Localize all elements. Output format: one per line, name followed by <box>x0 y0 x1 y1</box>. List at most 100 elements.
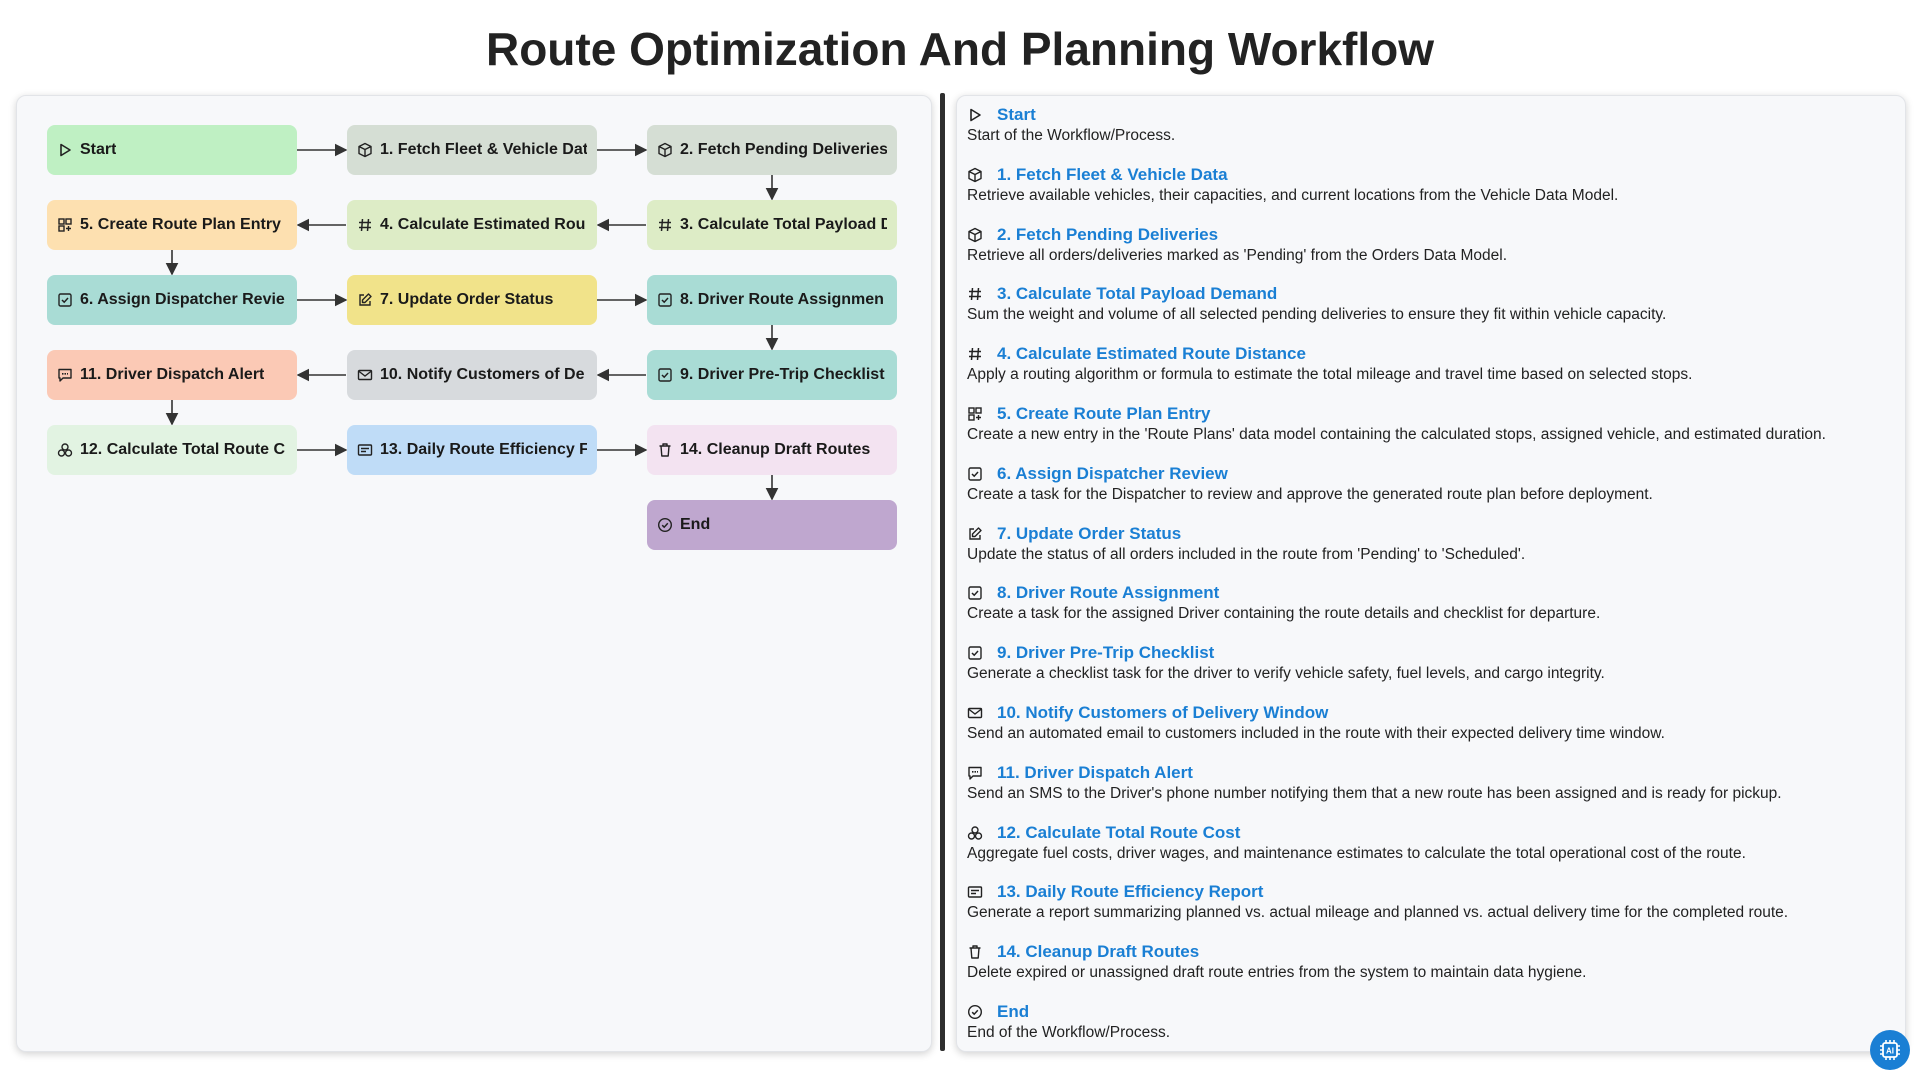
node-notify-customers[interactable]: 10. Notify Customers of De <box>347 350 597 400</box>
cube-icon <box>357 142 373 158</box>
description-text: Aggregate fuel costs, driver wages, and … <box>967 844 1746 862</box>
edit-icon <box>967 526 983 542</box>
description-item: 4. Calculate Estimated Route Distance App… <box>967 343 1897 385</box>
description-title-link[interactable]: 9. Driver Pre-Trip Checklist <box>997 643 1214 663</box>
description-item: 8. Driver Route Assignment Create a task … <box>967 582 1897 624</box>
description-header: Start <box>967 104 1897 126</box>
coins-icon <box>967 825 983 841</box>
node-plan-entry[interactable]: 5. Create Route Plan Entry <box>47 200 297 250</box>
description-item: 9. Driver Pre-Trip Checklist Generate a c… <box>967 642 1897 684</box>
description-item: 12. Calculate Total Route Cost Aggregate … <box>967 822 1897 864</box>
description-header: 9. Driver Pre-Trip Checklist <box>967 642 1897 664</box>
description-header: 14. Cleanup Draft Routes <box>967 941 1897 963</box>
node-payload[interactable]: 3. Calculate Total Payload D <box>647 200 897 250</box>
checkbox-icon <box>967 466 983 482</box>
node-route-cost[interactable]: 12. Calculate Total Route C <box>47 425 297 475</box>
description-text: Delete expired or unassigned draft route… <box>967 964 1587 982</box>
ai-chip-icon[interactable]: AI <box>1870 1030 1910 1070</box>
description-text: Create a task for the assigned Driver co… <box>967 605 1601 623</box>
node-fetch-pending[interactable]: 2. Fetch Pending Deliveries <box>647 125 897 175</box>
description-title-link[interactable]: 3. Calculate Total Payload Demand <box>997 284 1277 304</box>
description-header: 10. Notify Customers of Delivery Window <box>967 702 1897 724</box>
description-title-link[interactable]: 8. Driver Route Assignment <box>997 583 1219 603</box>
description-header: 1. Fetch Fleet & Vehicle Data <box>967 164 1897 186</box>
description-text: Retrieve available vehicles, their capac… <box>967 186 1619 204</box>
description-header: 4. Calculate Estimated Route Distance <box>967 343 1897 365</box>
play-icon <box>967 107 983 123</box>
description-item: 14. Cleanup Draft Routes Delete expired o… <box>967 941 1897 983</box>
description-item: 5. Create Route Plan Entry Create a new e… <box>967 403 1897 445</box>
description-header: 11. Driver Dispatch Alert <box>967 762 1897 784</box>
description-item: 10. Notify Customers of Delivery Window S… <box>967 702 1897 744</box>
description-text: Update the status of all orders included… <box>967 545 1526 563</box>
trash-icon <box>967 944 983 960</box>
report-icon <box>967 884 983 900</box>
report-icon <box>357 442 373 458</box>
hash-icon <box>967 346 983 362</box>
node-fetch-fleet[interactable]: 1. Fetch Fleet & Vehicle Dat <box>347 125 597 175</box>
checkbox-icon <box>657 367 673 383</box>
checkbox-icon <box>57 292 73 308</box>
description-title-link[interactable]: 1. Fetch Fleet & Vehicle Data <box>997 165 1228 185</box>
description-text: End of the Workflow/Process. <box>967 1024 1171 1041</box>
description-header: 6. Assign Dispatcher Review <box>967 463 1897 485</box>
description-item: 13. Daily Route Efficiency Report Generat… <box>967 881 1897 923</box>
description-title-link[interactable]: 6. Assign Dispatcher Review <box>997 464 1228 484</box>
node-order-status[interactable]: 7. Update Order Status <box>347 275 597 325</box>
description-title-link[interactable]: 13. Daily Route Efficiency Report <box>997 882 1263 902</box>
node-end[interactable]: End <box>647 500 897 550</box>
description-title-link[interactable]: 11. Driver Dispatch Alert <box>997 763 1193 783</box>
sms-icon <box>57 367 73 383</box>
description-text: Create a new entry in the 'Route Plans' … <box>967 426 1826 443</box>
node-distance[interactable]: 4. Calculate Estimated Rou <box>347 200 597 250</box>
node-dispatch-alert[interactable]: 11. Driver Dispatch Alert <box>47 350 297 400</box>
description-header: 3. Calculate Total Payload Demand <box>967 283 1897 305</box>
description-item: 3. Calculate Total Payload Demand Sum the… <box>967 283 1897 325</box>
checkbox-icon <box>967 645 983 661</box>
cube-icon <box>967 167 983 183</box>
sms-icon <box>967 765 983 781</box>
description-header: 8. Driver Route Assignment <box>967 582 1897 604</box>
description-item: 2. Fetch Pending Deliveries Retrieve all … <box>967 224 1897 266</box>
checkbox-icon <box>967 585 983 601</box>
description-text: Create a task for the Dispatcher to revi… <box>967 485 1653 503</box>
description-text: Generate a checklist task for the driver… <box>967 665 1605 683</box>
description-text: Generate a report summarizing planned vs… <box>967 904 1789 922</box>
description-item: 1. Fetch Fleet & Vehicle Data Retrieve av… <box>967 164 1897 206</box>
description-header: End <box>967 1001 1897 1023</box>
node-dispatcher-review[interactable]: 6. Assign Dispatcher Revie <box>47 275 297 325</box>
check-circle-icon <box>967 1004 983 1020</box>
description-header: 7. Update Order Status <box>967 523 1897 545</box>
description-title-link[interactable]: 14. Cleanup Draft Routes <box>997 942 1199 962</box>
description-title-link[interactable]: Start <box>997 105 1036 125</box>
description-title-link[interactable]: 4. Calculate Estimated Route Distance <box>997 344 1306 364</box>
node-start[interactable]: Start <box>47 125 297 175</box>
description-title-link[interactable]: 12. Calculate Total Route Cost <box>997 823 1240 843</box>
hash-icon <box>657 217 673 233</box>
grid-plus-icon <box>967 406 983 422</box>
description-header: 2. Fetch Pending Deliveries <box>967 224 1897 246</box>
description-title-link[interactable]: 2. Fetch Pending Deliveries <box>997 225 1218 245</box>
node-pretrip-checklist[interactable]: 9. Driver Pre-Trip Checklist <box>647 350 897 400</box>
node-cleanup-drafts[interactable]: 14. Cleanup Draft Routes <box>647 425 897 475</box>
description-text: Retrieve all orders/deliveries marked as… <box>967 246 1508 264</box>
cube-icon <box>967 227 983 243</box>
node-efficiency-report[interactable]: 13. Daily Route Efficiency F <box>347 425 597 475</box>
description-item: Start Start of the Workflow/Process. <box>967 104 1897 146</box>
hash-icon <box>967 286 983 302</box>
description-item: 11. Driver Dispatch Alert Send an SMS to … <box>967 762 1897 804</box>
description-header: 5. Create Route Plan Entry <box>967 403 1897 425</box>
description-title-link[interactable]: 5. Create Route Plan Entry <box>997 404 1211 424</box>
node-route-assignment[interactable]: 8. Driver Route Assignmen <box>647 275 897 325</box>
panel-divider[interactable] <box>940 93 945 1051</box>
play-icon <box>57 142 73 158</box>
description-text: Start of the Workflow/Process. <box>967 127 1176 144</box>
description-title-link[interactable]: End <box>997 1002 1029 1022</box>
grid-plus-icon <box>57 217 73 233</box>
checkbox-icon <box>657 292 673 308</box>
mail-icon <box>357 367 373 383</box>
description-header: 13. Daily Route Efficiency Report <box>967 881 1897 903</box>
description-text: Send an automated email to customers inc… <box>967 725 1665 742</box>
description-title-link[interactable]: 10. Notify Customers of Delivery Window <box>997 703 1328 723</box>
description-title-link[interactable]: 7. Update Order Status <box>997 524 1181 544</box>
